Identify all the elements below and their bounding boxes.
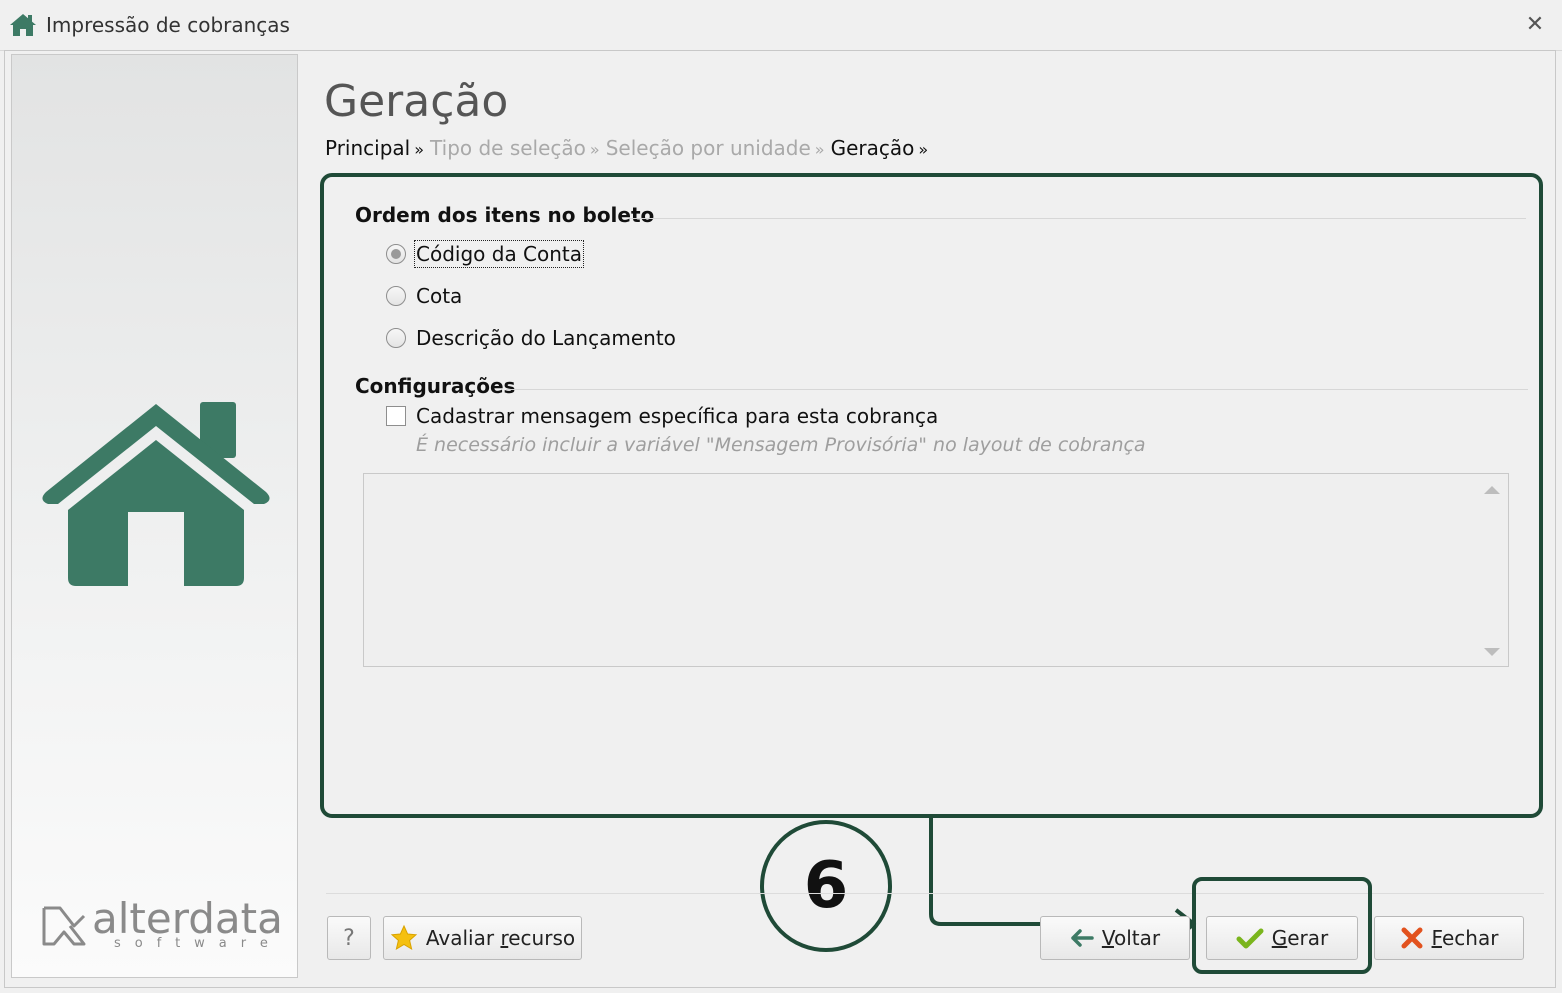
- help-button[interactable]: ?: [327, 916, 371, 960]
- scroll-down-icon[interactable]: [1484, 648, 1500, 656]
- radio-codigo-conta[interactable]: Código da Conta: [386, 240, 585, 268]
- scroll-up-icon[interactable]: [1484, 486, 1500, 494]
- breadcrumb-separator: »: [918, 140, 929, 159]
- checkbox[interactable]: [386, 406, 406, 426]
- help-button-label: ?: [343, 925, 355, 951]
- breadcrumb-geracao[interactable]: Geração: [831, 136, 915, 160]
- close-button-label: Fechar: [1431, 926, 1499, 950]
- window-title: Impressão de cobranças: [46, 13, 290, 37]
- order-group-title: Ordem dos itens no boleto: [355, 203, 655, 227]
- rate-button-label: Avaliar recurso: [425, 926, 576, 950]
- radio-label: Descrição do Lançamento: [416, 326, 676, 350]
- rate-feature-button[interactable]: Avaliar recurso: [383, 916, 582, 960]
- logo-mark-icon: [42, 906, 86, 946]
- close-window-icon[interactable]: ✕: [1524, 14, 1546, 36]
- x-icon: [1400, 926, 1424, 950]
- star-icon: [390, 924, 418, 952]
- radio-button[interactable]: [386, 286, 406, 306]
- checkbox-mensagem-especifica[interactable]: Cadastrar mensagem específica para esta …: [386, 404, 938, 428]
- radio-button[interactable]: [386, 328, 406, 348]
- bottom-divider: [326, 893, 1544, 894]
- radio-label: Código da Conta: [413, 240, 585, 268]
- checkbox-label: Cadastrar mensagem específica para esta …: [416, 404, 939, 428]
- message-textarea[interactable]: [363, 473, 1509, 667]
- generate-button[interactable]: Gerar: [1206, 916, 1358, 960]
- config-group-divider: [506, 389, 1528, 390]
- title-bar: Impressão de cobranças ✕: [0, 0, 1562, 51]
- breadcrumb-separator: »: [414, 140, 425, 159]
- annotation-step-number: 6: [760, 820, 892, 952]
- close-button[interactable]: Fechar: [1374, 916, 1524, 960]
- logo-subtext: software: [114, 936, 282, 951]
- radio-label: Cota: [416, 284, 463, 308]
- radio-cota[interactable]: Cota: [386, 284, 462, 308]
- breadcrumb-principal[interactable]: Principal: [325, 136, 410, 160]
- sidebar: alterdata software: [11, 54, 298, 978]
- order-group-divider: [630, 218, 1526, 219]
- hint-text: É necessário incluir a variável "Mensage…: [416, 434, 1146, 456]
- radio-descricao-lancamento[interactable]: Descrição do Lançamento: [386, 326, 676, 350]
- radio-button[interactable]: [386, 244, 406, 264]
- back-button-label: Voltar: [1101, 926, 1161, 950]
- page-title: Geração: [324, 76, 509, 127]
- house-icon: [42, 402, 270, 586]
- alterdata-logo: alterdata software: [40, 894, 283, 960]
- arrow-left-icon: [1070, 928, 1094, 948]
- breadcrumb-separator: »: [589, 140, 600, 159]
- breadcrumb-tipo-selecao[interactable]: Tipo de seleção: [430, 136, 586, 160]
- config-group-title: Configurações: [355, 374, 516, 398]
- generate-button-label: Gerar: [1271, 926, 1329, 950]
- breadcrumb-separator: »: [814, 140, 825, 159]
- breadcrumb-selecao-unidade[interactable]: Seleção por unidade: [606, 136, 811, 160]
- back-button[interactable]: Voltar: [1040, 916, 1190, 960]
- breadcrumb: Principal» Tipo de seleção» Seleção por un…: [325, 136, 934, 160]
- home-icon: [10, 14, 36, 36]
- checkmark-icon: [1236, 927, 1264, 949]
